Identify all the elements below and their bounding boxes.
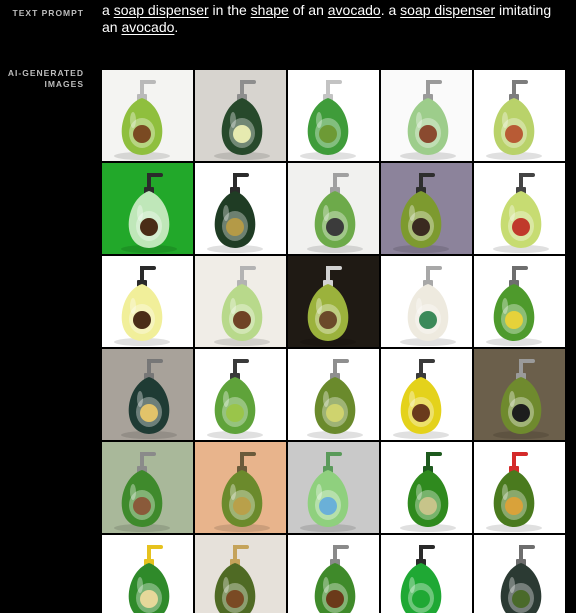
avocado-dispenser-illustration	[381, 256, 472, 347]
prompt-text: .	[174, 19, 179, 35]
generated-image-5[interactable]	[474, 70, 565, 161]
prompt-text: a	[102, 2, 114, 18]
avocado-dispenser-illustration	[474, 442, 565, 533]
avocado-dispenser-illustration	[288, 442, 379, 533]
prompt-link-word[interactable]: shape	[251, 2, 289, 18]
generated-image-2[interactable]	[195, 70, 286, 161]
avocado-dispenser-illustration	[288, 70, 379, 161]
avocado-dispenser-illustration	[381, 70, 472, 161]
prompt-link-word[interactable]: soap dispenser	[114, 2, 209, 18]
avocado-dispenser-illustration	[288, 349, 379, 440]
generated-image-30[interactable]	[474, 535, 565, 613]
avocado-dispenser-illustration	[102, 535, 193, 613]
generated-image-25[interactable]	[474, 442, 565, 533]
generated-image-15[interactable]	[474, 256, 565, 347]
avocado-dispenser-illustration	[474, 535, 565, 613]
generated-image-3[interactable]	[288, 70, 379, 161]
generated-image-6[interactable]	[102, 163, 193, 254]
avocado-dispenser-illustration	[102, 442, 193, 533]
avocado-dispenser-illustration	[474, 349, 565, 440]
generated-image-11[interactable]	[102, 256, 193, 347]
generated-image-7[interactable]	[195, 163, 286, 254]
text-prompt-label: TEXT PROMPT	[12, 8, 84, 18]
generated-image-18[interactable]	[288, 349, 379, 440]
avocado-dispenser-illustration	[474, 163, 565, 254]
avocado-dispenser-illustration	[195, 163, 286, 254]
avocado-dispenser-illustration	[102, 256, 193, 347]
generated-image-13[interactable]	[288, 256, 379, 347]
generated-image-8[interactable]	[288, 163, 379, 254]
generated-image-22[interactable]	[195, 442, 286, 533]
prompt-link-word[interactable]: avocado	[328, 2, 381, 18]
avocado-dispenser-illustration	[195, 442, 286, 533]
avocado-dispenser-illustration	[288, 163, 379, 254]
avocado-dispenser-illustration	[195, 535, 286, 613]
generated-image-4[interactable]	[381, 70, 472, 161]
avocado-dispenser-illustration	[381, 163, 472, 254]
generated-image-16[interactable]	[102, 349, 193, 440]
avocado-dispenser-illustration	[102, 70, 193, 161]
generated-image-26[interactable]	[102, 535, 193, 613]
avocado-dispenser-illustration	[288, 256, 379, 347]
generated-image-21[interactable]	[102, 442, 193, 533]
avocado-dispenser-illustration	[102, 349, 193, 440]
prompt-text: . a	[380, 2, 401, 18]
generated-image-23[interactable]	[288, 442, 379, 533]
avocado-dispenser-illustration	[102, 163, 193, 254]
prompt-text: of an	[288, 2, 328, 18]
prompt-link-word[interactable]: avocado	[121, 19, 174, 35]
image-grid	[102, 70, 572, 613]
generated-image-1[interactable]	[102, 70, 193, 161]
avocado-dispenser-illustration	[288, 535, 379, 613]
avocado-dispenser-illustration	[474, 256, 565, 347]
generated-image-17[interactable]	[195, 349, 286, 440]
generated-image-12[interactable]	[195, 256, 286, 347]
avocado-dispenser-illustration	[381, 442, 472, 533]
generated-image-29[interactable]	[381, 535, 472, 613]
generated-image-10[interactable]	[474, 163, 565, 254]
prompt-link-word[interactable]: soap dispenser	[400, 2, 495, 18]
ai-generated-images-label: AI-GENERATED IMAGES	[7, 68, 84, 89]
avocado-dispenser-illustration	[381, 535, 472, 613]
text-prompt: a soap dispenser in the shape of an avoc…	[102, 2, 562, 36]
generated-image-24[interactable]	[381, 442, 472, 533]
avocado-dispenser-illustration	[474, 70, 565, 161]
prompt-text: in the	[208, 2, 251, 18]
generated-image-28[interactable]	[288, 535, 379, 613]
avocado-dispenser-illustration	[195, 349, 286, 440]
avocado-dispenser-illustration	[381, 349, 472, 440]
generated-image-27[interactable]	[195, 535, 286, 613]
avocado-dispenser-illustration	[195, 256, 286, 347]
generated-image-14[interactable]	[381, 256, 472, 347]
generated-image-20[interactable]	[474, 349, 565, 440]
generated-image-9[interactable]	[381, 163, 472, 254]
generated-image-19[interactable]	[381, 349, 472, 440]
avocado-dispenser-illustration	[195, 70, 286, 161]
